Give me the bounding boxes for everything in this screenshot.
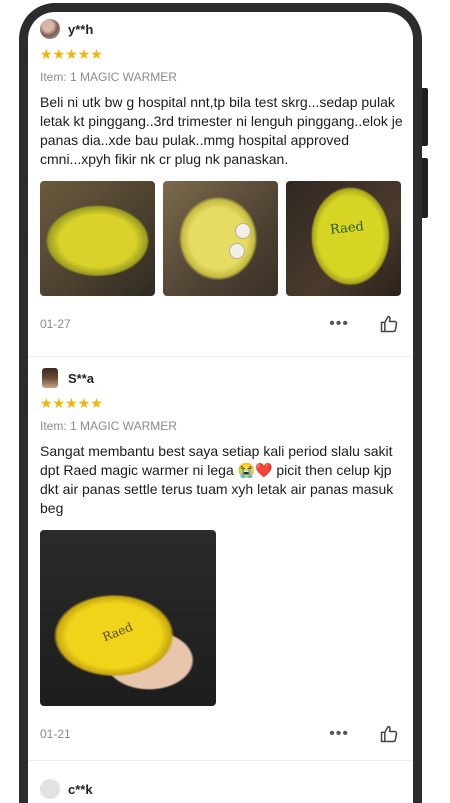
review-user: S**a <box>40 367 403 389</box>
thumbs-up-icon[interactable] <box>379 314 399 334</box>
star-rating: ★★★★★ <box>40 395 103 411</box>
more-options-icon[interactable]: ••• <box>329 726 349 742</box>
review-photo[interactable]: Raed <box>286 181 401 296</box>
avatar[interactable] <box>40 19 60 39</box>
divider <box>28 356 413 357</box>
review-card: c**k <box>40 778 403 800</box>
avatar[interactable] <box>42 368 58 388</box>
review-date: 01-27 <box>40 317 71 331</box>
review-photos: Raed <box>40 181 403 296</box>
username: S**a <box>68 370 95 386</box>
phone-side-button <box>421 158 428 218</box>
review-meta: 01-27 ••• <box>40 314 403 334</box>
review-text: Sangat membantu best saya setiap kali pe… <box>40 443 394 516</box>
review-photo[interactable]: Raed <box>40 530 216 706</box>
product-brand-text: Raed <box>329 219 365 238</box>
product-brand-text: Raed <box>100 619 135 645</box>
review-date: 01-21 <box>40 727 71 741</box>
divider <box>28 760 413 761</box>
review-meta: 01-21 ••• <box>40 724 403 744</box>
avatar[interactable] <box>40 779 60 799</box>
reviews-screen: y**h ★★★★★ Item: 1 MAGIC WARMER Beli ni … <box>28 12 413 803</box>
review-text: Beli ni utk bw g hospital nnt,tp bila te… <box>40 94 403 167</box>
phone-frame: y**h ★★★★★ Item: 1 MAGIC WARMER Beli ni … <box>19 3 422 803</box>
username: c**k <box>68 781 93 797</box>
review-photo[interactable] <box>40 181 155 296</box>
review-photo[interactable] <box>163 181 278 296</box>
item-variant: Item: 1 MAGIC WARMER <box>40 419 177 433</box>
star-rating: ★★★★★ <box>40 46 103 62</box>
review-user: y**h <box>40 18 403 40</box>
thumbs-up-icon[interactable] <box>379 724 399 744</box>
phone-side-button <box>421 88 428 146</box>
review-card: y**h ★★★★★ Item: 1 MAGIC WARMER Beli ni … <box>40 18 403 334</box>
review-card: S**a ★★★★★ Item: 1 MAGIC WARMER Sangat m… <box>40 367 403 744</box>
item-variant: Item: 1 MAGIC WARMER <box>40 70 177 84</box>
username: y**h <box>68 21 94 37</box>
review-user: c**k <box>40 778 403 800</box>
button-detail <box>229 243 245 259</box>
button-detail <box>235 223 251 239</box>
more-options-icon[interactable]: ••• <box>329 316 349 332</box>
